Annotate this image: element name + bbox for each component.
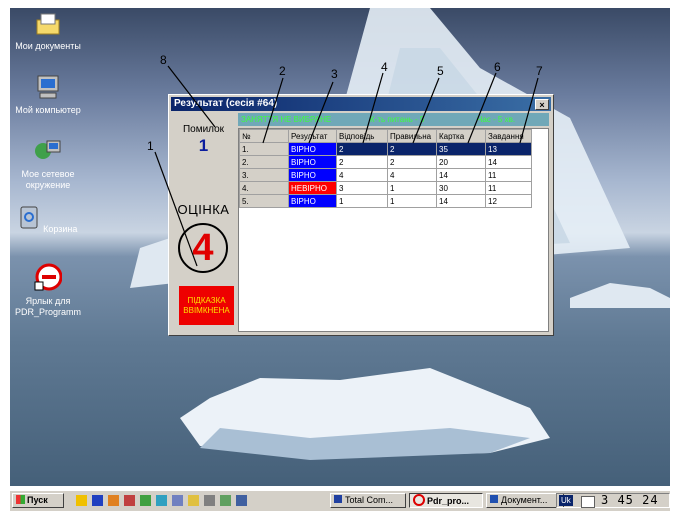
quicklaunch-app-icon[interactable] <box>172 495 183 506</box>
quicklaunch-app-icon[interactable] <box>140 495 151 506</box>
quicklaunch-app-icon[interactable] <box>188 495 199 506</box>
quicklaunch-app-icon[interactable] <box>220 495 231 506</box>
start-label: Пуск <box>27 495 48 505</box>
task-label: Документ... <box>501 495 548 505</box>
task-document[interactable]: Документ... <box>486 493 564 508</box>
quicklaunch-save-icon[interactable] <box>92 495 103 506</box>
annotation-marker: 3 <box>331 67 338 81</box>
quicklaunch-app-icon[interactable] <box>156 495 167 506</box>
annotation-marker: 8 <box>160 53 167 67</box>
annotation-marker: 5 <box>437 64 444 78</box>
taskbar: Пуск Total Com... Pdr_pro... Документ...… <box>10 490 670 511</box>
quicklaunch-app-icon[interactable] <box>204 495 215 506</box>
annotation-marker: 4 <box>381 60 388 74</box>
task-label: Total Com... <box>345 495 394 505</box>
language-indicator[interactable]: Uk <box>559 495 573 506</box>
word-icon <box>490 495 498 503</box>
task-pdr-program[interactable]: Pdr_pro... <box>409 493 483 508</box>
quicklaunch-app-icon[interactable] <box>236 495 247 506</box>
system-tray: Uk 3 45 24 <box>556 493 670 508</box>
quicklaunch-media-icon[interactable] <box>76 495 87 506</box>
annotation-marker: 7 <box>536 64 543 78</box>
clock[interactable]: 3 45 24 <box>601 494 659 507</box>
windows-logo-icon <box>16 495 25 504</box>
annotation-marker: 1 <box>147 139 154 153</box>
annotation-marker: 6 <box>494 60 501 74</box>
disk-icon <box>334 495 342 503</box>
no-entry-icon <box>413 494 425 506</box>
start-button[interactable]: Пуск <box>12 493 64 508</box>
calendar-icon[interactable] <box>581 496 595 508</box>
annotation-marker: 2 <box>279 64 286 78</box>
quicklaunch-app-icon[interactable] <box>124 495 135 506</box>
task-label: Pdr_pro... <box>427 496 470 506</box>
annotation-lines <box>154 65 539 267</box>
task-total-commander[interactable]: Total Com... <box>330 493 406 508</box>
quicklaunch-folder-icon[interactable] <box>108 495 119 506</box>
